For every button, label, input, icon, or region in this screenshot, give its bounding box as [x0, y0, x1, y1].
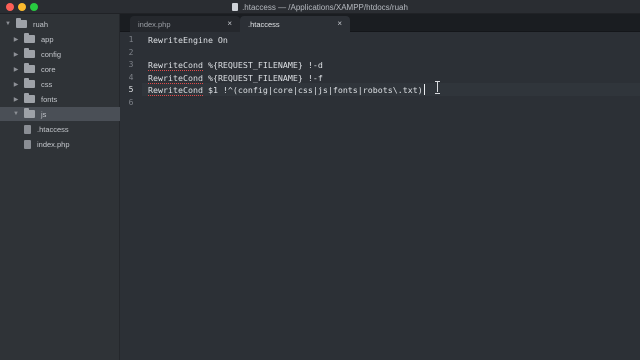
close-icon[interactable]: × — [227, 19, 232, 28]
tree-folder-app[interactable]: ▶ app — [0, 32, 120, 46]
tree-file-index-php[interactable]: index.php — [0, 137, 120, 151]
tab-label: index.php — [138, 19, 171, 29]
directive-keyword: RewriteCond — [148, 85, 203, 96]
folder-icon — [24, 63, 35, 73]
tree-root-ruah[interactable]: ▼ ruah — [0, 17, 120, 31]
tree-file-label: .htaccess — [37, 124, 69, 134]
directive-args: On — [212, 35, 228, 45]
file-icon — [24, 139, 31, 149]
chevron-down-icon[interactable]: ▼ — [12, 111, 20, 117]
code-line[interactable]: RewriteCond %{REQUEST_FILENAME} !-d — [148, 59, 323, 72]
tree-folder-label: app — [41, 34, 54, 44]
line-number: 2 — [128, 47, 134, 57]
chevron-right-icon[interactable]: ▶ — [12, 96, 20, 103]
directive-args: %{REQUEST_FILENAME} !-f — [202, 72, 323, 83]
ibeam-pointer-icon — [435, 81, 440, 94]
directive-keyword: RewriteCond — [148, 60, 203, 71]
title-bar: .htaccess — /Applications/XAMPP/htdocs/r… — [0, 0, 640, 14]
chevron-right-icon[interactable]: ▶ — [12, 36, 20, 43]
directive-keyword: RewriteEngine — [148, 35, 213, 45]
text-cursor — [424, 84, 425, 95]
line-number: 1 — [128, 35, 134, 44]
close-icon[interactable]: × — [337, 19, 342, 28]
tree-folder-core[interactable]: ▶ core — [0, 62, 120, 76]
chevron-right-icon[interactable]: ▶ — [12, 81, 20, 88]
tree-folder-js[interactable]: ▼ js — [0, 107, 120, 121]
folder-icon — [24, 108, 35, 118]
tree-folder-fonts[interactable]: ▶ fonts — [0, 92, 120, 106]
tab-label: .htaccess — [248, 19, 280, 29]
folder-icon — [24, 78, 35, 88]
tree-folder-label: core — [41, 64, 56, 74]
document-icon — [232, 3, 239, 11]
chevron-right-icon[interactable]: ▶ — [12, 66, 20, 73]
directive-args: %{REQUEST_FILENAME} !-d — [202, 60, 323, 70]
code-line[interactable]: RewriteCond %{REQUEST_FILENAME} !-f — [148, 72, 323, 85]
folder-icon — [24, 93, 35, 103]
tree-folder-config[interactable]: ▶ config — [0, 47, 120, 61]
chevron-right-icon[interactable]: ▶ — [12, 51, 20, 58]
line-number: 3 — [128, 60, 134, 69]
line-number: 6 — [128, 97, 134, 107]
tab-bar: index.php × .htaccess × — [120, 14, 640, 32]
tree-folder-label: config — [41, 49, 62, 59]
tree-folder-label: js — [41, 109, 47, 119]
tab-htaccess[interactable]: .htaccess × — [240, 16, 350, 32]
tree-file-htaccess[interactable]: .htaccess — [0, 122, 120, 136]
line-number: 5 — [128, 85, 134, 94]
window-title-group: .htaccess — /Applications/XAMPP/htdocs/r… — [0, 0, 640, 14]
file-icon — [24, 124, 31, 134]
folder-icon — [24, 33, 35, 43]
folder-icon — [24, 48, 35, 58]
line-number-gutter: 1 2 3 4 5 6 — [120, 32, 142, 360]
directive-args: $1 !^(config|core|css|js|fonts|robots\.t… — [202, 85, 423, 95]
code-editor[interactable]: 1 2 3 4 5 6 RewriteEngine On RewriteCond… — [120, 32, 640, 360]
directive-keyword: RewriteCond — [148, 72, 203, 84]
window-title: .htaccess — /Applications/XAMPP/htdocs/r… — [242, 2, 408, 12]
file-tree-sidebar: ▼ ruah ▶ app ▶ config ▶ core ▶ css ▶ fon… — [0, 14, 120, 360]
tree-root-label: ruah — [33, 19, 49, 29]
code-line[interactable]: RewriteEngine On — [148, 34, 228, 47]
tree-folder-label: css — [41, 79, 53, 89]
code-line-active[interactable]: RewriteCond $1 !^(config|core|css|js|fon… — [148, 84, 423, 97]
tree-folder-css[interactable]: ▶ css — [0, 77, 120, 91]
tree-file-label: index.php — [37, 139, 70, 149]
tree-folder-label: fonts — [41, 94, 58, 104]
tab-index-php[interactable]: index.php × — [130, 16, 240, 32]
line-number: 4 — [128, 72, 134, 82]
folder-icon — [16, 18, 27, 28]
chevron-down-icon[interactable]: ▼ — [4, 21, 12, 27]
